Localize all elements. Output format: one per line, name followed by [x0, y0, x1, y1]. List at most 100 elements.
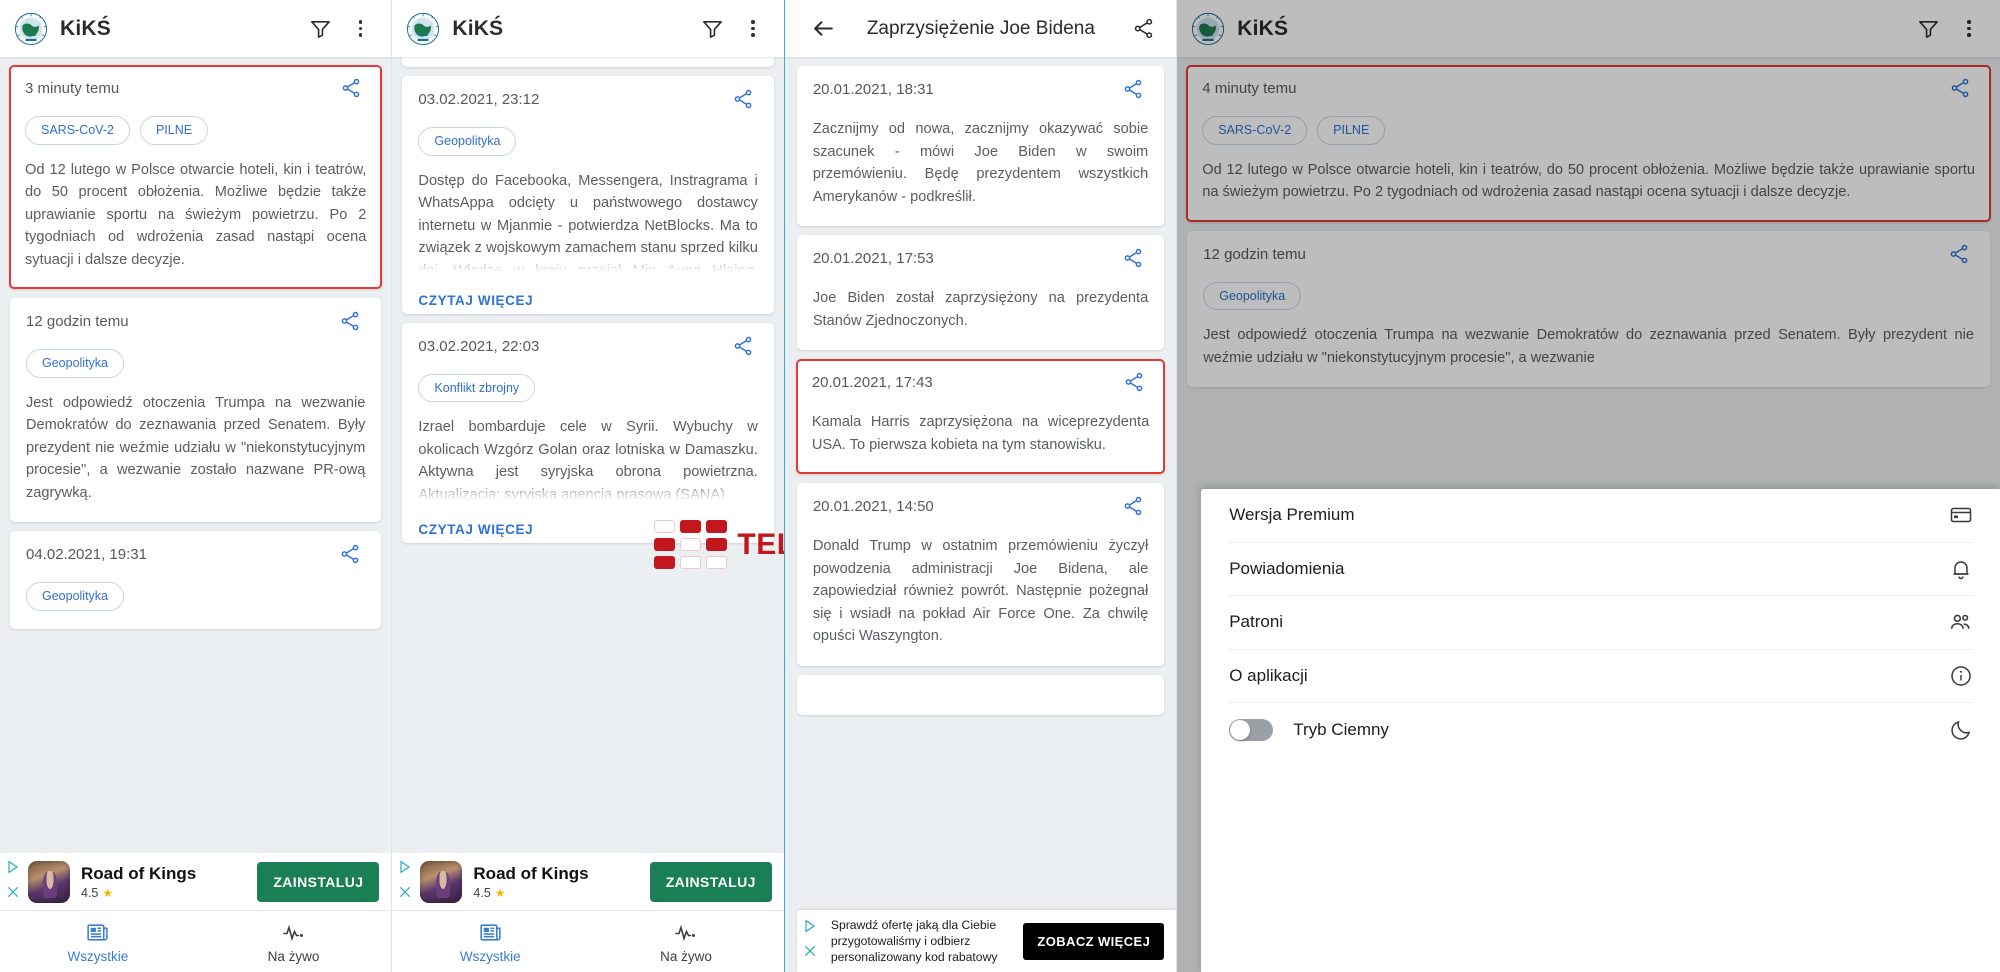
install-button[interactable]: ZAINSTALUJ [649, 861, 772, 902]
update-card[interactable]: 20.01.2021, 17:43 Kamala Harris zaprzysi… [795, 359, 1166, 474]
update-card[interactable]: 20.01.2021, 17:53 Joe Biden został zaprz… [796, 235, 1165, 350]
filter-icon[interactable] [303, 12, 337, 46]
share-icon[interactable] [339, 310, 365, 336]
body-fade [418, 250, 758, 277]
tag-chip[interactable]: SARS-CoV-2 [25, 116, 130, 145]
chip-row: Konflikt zbrojny [418, 373, 757, 402]
close-icon[interactable] [5, 884, 21, 905]
feed-list-1[interactable]: 3 minuty temu SARS-CoV-2 PILNE Od 12 lut… [0, 57, 392, 972]
news-card[interactable]: 03.02.2021, 22:03 Konflikt zbrojny Izrae… [402, 322, 774, 543]
card-timestamp: 12 godzin temu [26, 313, 129, 330]
ad-controls[interactable] [392, 859, 418, 905]
card-timestamp: 03.02.2021, 23:12 [418, 91, 540, 108]
card-timestamp: 03.02.2021, 22:03 [418, 337, 540, 355]
nav-tab-na-zywo[interactable]: Na żywo [588, 920, 784, 964]
detail-list[interactable]: 20.01.2021, 18:31 Zacznijmy od nowa, zac… [784, 57, 1177, 972]
nav-label: Wszystkie [67, 948, 129, 964]
ad-banner[interactable]: Road of Kings 4.5 ★ ZAINSTALUJ [0, 852, 392, 910]
share-icon[interactable] [1122, 247, 1148, 273]
bottom-nav-2[interactable]: Wszystkie Na żywo [392, 910, 784, 972]
tag-chip[interactable]: PILNE [139, 116, 209, 145]
nav-tab-wszystkie[interactable]: Wszystkie [0, 920, 196, 964]
card-timestamp: 3 minuty temu [25, 80, 120, 97]
dark-mode-toggle[interactable] [1229, 718, 1274, 741]
menu-item-patroni[interactable]: Patroni [1229, 596, 1974, 650]
ad-choices-icon[interactable] [5, 859, 21, 880]
menu-item-wersja-premium[interactable]: Wersja Premium [1229, 489, 1974, 543]
card-body: Joe Biden został zaprzysiężony na prezyd… [812, 290, 1149, 329]
share-icon[interactable] [340, 77, 366, 103]
star-icon: ★ [102, 885, 114, 900]
menu-item-label: Wersja Premium [1229, 505, 1355, 525]
people-icon [1948, 609, 1974, 635]
app-bar-2: KiKŚ [392, 0, 784, 57]
ad-title: Road of Kings [81, 863, 197, 883]
chip-row: Geopolityka [26, 349, 365, 378]
share-icon[interactable] [1122, 495, 1148, 521]
ad-copy-line-2: przygotowaliśmy i odbierz [830, 934, 971, 948]
ad-choices-icon[interactable] [397, 859, 413, 880]
menu-item-tryb-ciemny[interactable]: Tryb Ciemny [1229, 703, 1974, 757]
news-card[interactable]: 12 godzin temu Geopolityka Jest odpowied… [10, 298, 382, 522]
card-body-clip: Dostęp do Facebooka, Messengera, Instrag… [418, 156, 758, 277]
ad-text: Road of Kings 4.5 ★ [81, 864, 257, 900]
moon-icon [1948, 717, 1974, 743]
text-ad-banner[interactable]: Sprawdź ofertę jaką dla Ciebie przygotow… [796, 910, 1177, 972]
ad-choices-icon[interactable] [802, 918, 818, 939]
close-icon[interactable] [397, 884, 413, 905]
news-card[interactable]: 03.02.2021, 23:12 Geopolityka Dostęp do … [402, 76, 774, 314]
share-icon[interactable] [732, 88, 758, 114]
tag-chip[interactable]: Geopolityka [418, 127, 517, 156]
filter-icon[interactable] [696, 12, 730, 46]
card-timestamp: 20.01.2021, 14:50 [812, 498, 934, 515]
back-arrow-icon[interactable] [807, 12, 841, 46]
close-icon[interactable] [802, 943, 818, 964]
nav-tab-wszystkie[interactable]: Wszystkie [392, 920, 588, 964]
read-more-link[interactable]: CZYTAJ WIĘCEJ [418, 522, 757, 537]
bottom-nav-1[interactable]: Wszystkie Na żywo [0, 910, 392, 972]
body-fade [418, 480, 758, 506]
read-more-link[interactable]: CZYTAJ WIĘCEJ [418, 293, 757, 308]
ad-thumbnail [420, 860, 463, 903]
kebab-menu-icon[interactable] [736, 12, 770, 46]
card-timestamp: 20.01.2021, 18:31 [812, 81, 934, 98]
update-card-partial[interactable] [796, 674, 1165, 715]
app-title: KiKŚ [452, 16, 504, 40]
menu-item-o-aplikacji[interactable]: O aplikacji [1229, 650, 1974, 703]
tag-chip[interactable]: Geopolityka [26, 582, 125, 611]
chip-row: SARS-CoV-2 PILNE [25, 116, 366, 145]
update-card[interactable]: 20.01.2021, 14:50 Donald Trump w ostatni… [796, 483, 1165, 666]
overflow-menu[interactable]: Wersja Premium Powiadomienia Patroni O a… [1201, 489, 2000, 972]
card-header: 04.02.2021, 19:31 [26, 543, 365, 569]
share-icon[interactable] [732, 335, 758, 361]
share-icon[interactable] [339, 543, 365, 569]
card-body: Zacznijmy od nowa, zacznijmy okazywać so… [812, 121, 1149, 205]
feed-list-2[interactable]: 03.02.2021, 23:12 Geopolityka Dostęp do … [392, 57, 784, 972]
tag-chip[interactable]: Geopolityka [26, 349, 125, 378]
toggle-knob [1230, 719, 1251, 740]
nav-tab-na-zywo[interactable]: Na żywo [196, 920, 392, 964]
see-more-button[interactable]: ZOBACZ WIĘCEJ [1023, 922, 1165, 960]
ad-title: Road of Kings [473, 863, 589, 883]
share-icon[interactable] [1123, 371, 1149, 397]
panel-menu-open: KiKŚ 4 minuty temu SARS-CoV-2 PILNE Od 1… [1177, 0, 2000, 972]
ad-banner[interactable]: Road of Kings 4.5 ★ ZAINSTALUJ [392, 852, 784, 910]
ad-controls[interactable] [797, 918, 823, 964]
news-card[interactable]: 04.02.2021, 19:31 Geopolityka [10, 531, 382, 629]
news-card-partial[interactable] [402, 57, 774, 67]
menu-item-powiadomienia[interactable]: Powiadomienia [1229, 543, 1974, 596]
card-header: 20.01.2021, 14:50 [812, 495, 1148, 521]
ad-controls[interactable] [0, 859, 26, 905]
news-card[interactable]: 3 minuty temu SARS-CoV-2 PILNE Od 12 lut… [9, 65, 383, 289]
screenshot-root: KiKŚ 3 minuty temu SARS-CoV-2 PILNE Od 1… [0, 0, 2000, 972]
panel-feed-1: KiKŚ 3 minuty temu SARS-CoV-2 PILNE Od 1… [0, 0, 392, 972]
card-timestamp: 20.01.2021, 17:43 [811, 374, 933, 391]
app-title: KiKŚ [60, 16, 111, 40]
install-button[interactable]: ZAINSTALUJ [257, 861, 380, 902]
update-card[interactable]: 20.01.2021, 18:31 Zacznijmy od nowa, zac… [796, 66, 1165, 226]
tag-chip[interactable]: Konflikt zbrojny [418, 373, 536, 402]
panel-feed-2: KiKŚ 03.02.2021, 23:12 Geopolityka Dostę… [392, 0, 784, 972]
kebab-menu-icon[interactable] [343, 12, 377, 46]
share-icon[interactable] [1122, 78, 1148, 104]
share-icon[interactable] [1126, 12, 1160, 46]
